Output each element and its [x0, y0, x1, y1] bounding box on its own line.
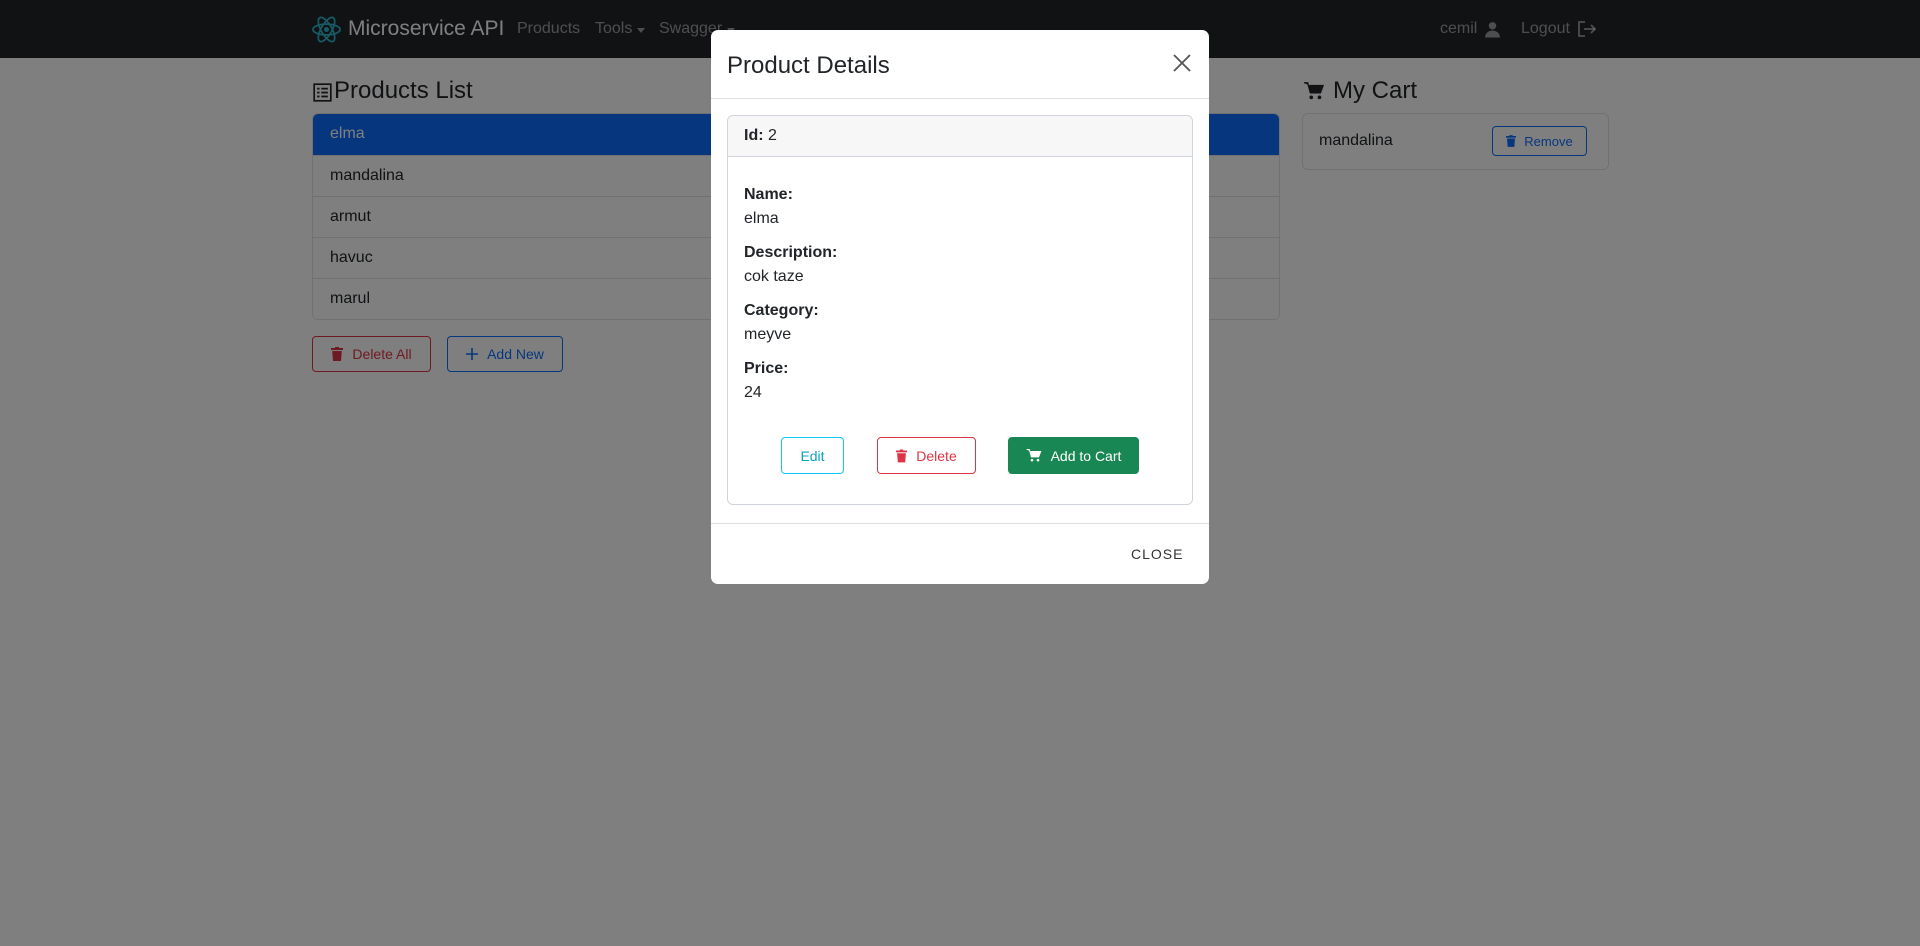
- close-icon[interactable]: [1172, 53, 1192, 73]
- id-value: 2: [768, 127, 777, 144]
- description-value: cok taze: [744, 268, 804, 285]
- price-value: 24: [744, 384, 762, 401]
- id-label: Id:: [744, 127, 764, 144]
- category-value: meyve: [744, 326, 792, 343]
- modal-title: Product Details: [727, 52, 890, 79]
- shopping-cart-icon: [1026, 449, 1041, 462]
- edit-label: Edit: [800, 447, 825, 464]
- delete-label: Delete: [916, 447, 957, 464]
- name-label: Name:: [744, 186, 793, 203]
- add-to-cart-label: Add to Cart: [1050, 447, 1122, 464]
- add-to-cart-button[interactable]: Add to Cart: [1008, 437, 1139, 474]
- product-card: Id: 2 Name: elma Description: cok taze C…: [727, 115, 1193, 505]
- modal-footer-divider: [711, 523, 1209, 524]
- category-label: Category:: [744, 302, 819, 319]
- modal-header-divider: [711, 98, 1209, 99]
- delete-button[interactable]: Delete: [877, 437, 976, 474]
- edit-button[interactable]: Edit: [781, 437, 844, 474]
- name-value: elma: [744, 210, 779, 227]
- product-details-modal: Product Details Id: 2 Name: elma Descrip…: [711, 30, 1209, 584]
- description-label: Description:: [744, 244, 838, 261]
- close-button[interactable]: CLOSE: [1131, 546, 1183, 562]
- card-header: Id: 2: [728, 116, 1192, 157]
- price-label: Price:: [744, 360, 789, 377]
- trash-icon: [896, 449, 908, 462]
